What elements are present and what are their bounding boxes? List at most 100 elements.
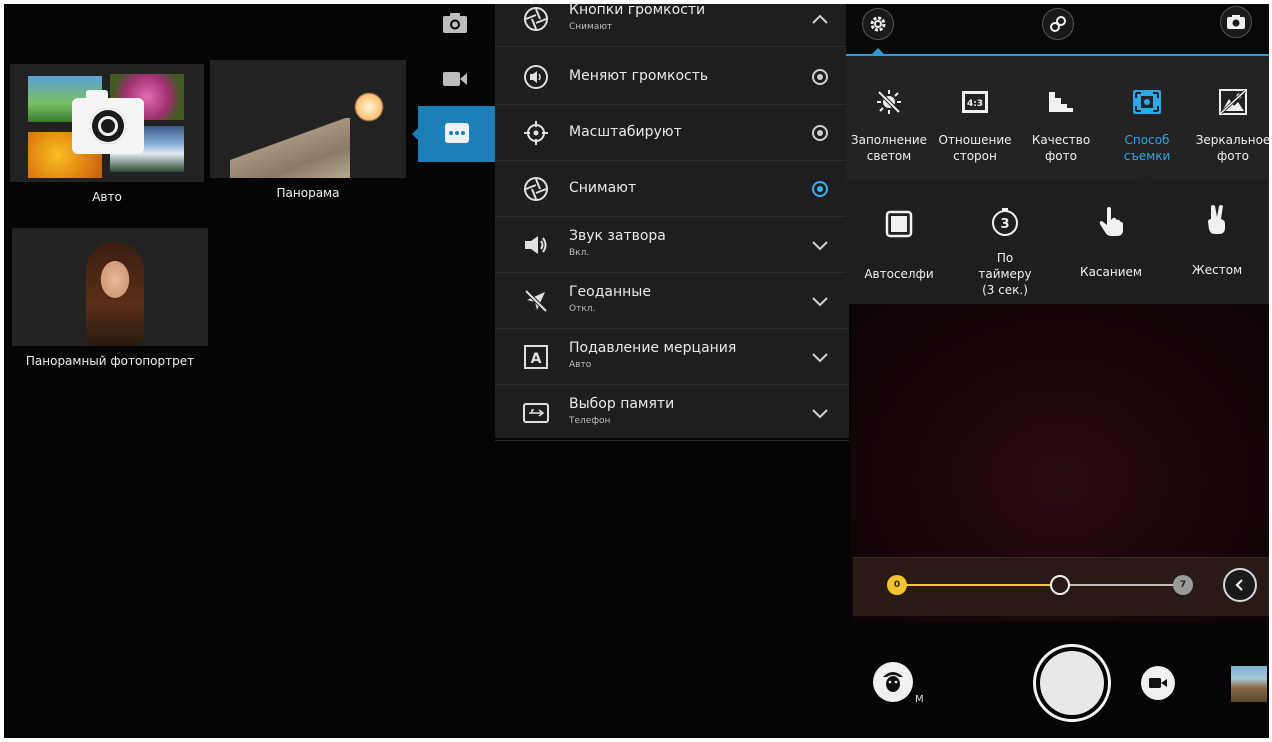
setting-title: Снимают (569, 180, 637, 196)
radio-button[interactable] (809, 66, 831, 88)
speaker-icon (521, 230, 551, 260)
switch-camera-icon[interactable] (1220, 6, 1252, 38)
mode-panorama-label: Панорама (276, 186, 340, 200)
zoom-fill (897, 584, 1061, 586)
setting-option-change-volume[interactable]: Меняют громкость (495, 50, 849, 105)
camera-icon (72, 90, 144, 154)
camera-options-row: Заполнение светом 4:3 Отношение сторон К… (846, 56, 1269, 181)
settings-gear-icon[interactable] (862, 8, 894, 40)
option-shooting-method[interactable]: Способ съемки (1104, 56, 1190, 181)
setting-subtitle: Вкл. (569, 248, 590, 258)
setting-subtitle: Откл. (569, 304, 596, 314)
setting-title: Выбор памяти (569, 396, 675, 412)
zoom-handle[interactable] (1050, 575, 1071, 595)
setting-storage[interactable]: Выбор памяти Телефон (495, 386, 849, 441)
option-label: Качество фото (1031, 133, 1091, 163)
setting-title: Подавление мерцания (569, 340, 737, 356)
timer-icon: 3 (989, 206, 1021, 238)
touch-icon (1095, 206, 1127, 238)
anti-flicker-icon: A (521, 342, 551, 372)
fill-light-icon (873, 88, 905, 116)
method-label: Автоселфи (864, 267, 934, 281)
aspect-ratio-badge: 4:3 (967, 99, 983, 109)
option-label: Отношение сторон (938, 133, 1012, 163)
mode-panorama-portrait[interactable]: Панорамный фотопортрет (12, 228, 208, 378)
screen: Авто Панорама Панорамный фотопортрет Кно… (4, 4, 1269, 738)
chevron-down-icon[interactable] (809, 290, 831, 312)
photo-quality-icon (1045, 88, 1077, 116)
mode-auto-label: Авто (92, 190, 122, 204)
zoom-min-marker[interactable]: 0 (887, 575, 907, 595)
option-label: Способ съемки (1123, 133, 1171, 163)
setting-geodata[interactable]: Геоданные Откл. (495, 274, 849, 329)
setting-option-shoot[interactable]: Снимают (495, 162, 849, 217)
method-auto-selfie[interactable]: Автоселфи (846, 180, 952, 304)
option-photo-quality[interactable]: Качество фото (1018, 56, 1104, 180)
gallery-thumbnail[interactable] (1231, 666, 1267, 702)
chevron-down-icon[interactable] (809, 234, 831, 256)
settings-panel: Кнопки громкости Снимают Меняют громкост… (495, 4, 849, 441)
chevron-down-icon[interactable] (809, 346, 831, 368)
option-mirror-photo[interactable]: Зеркальное фото (1190, 56, 1269, 180)
beauty-mode-icon[interactable] (873, 662, 913, 702)
timer-badge: 3 (1000, 217, 1009, 232)
camera-bottom-bar: M (851, 622, 1269, 738)
setting-title: Геоданные (569, 284, 651, 300)
photo-mode-icon[interactable] (440, 10, 470, 36)
mode-panorama-thumbnail (210, 60, 406, 178)
video-mode-icon[interactable] (440, 66, 470, 92)
setting-subtitle: Снимают (569, 22, 613, 32)
radio-button[interactable] (809, 122, 831, 144)
chevron-up-icon[interactable] (809, 8, 831, 30)
storage-usb-icon (521, 398, 551, 428)
method-label: По таймеру (3 сек.) (978, 251, 1032, 297)
mode-panorama[interactable]: Панорама (210, 60, 406, 210)
mode-panorama-portrait-thumbnail (12, 228, 208, 346)
shooting-methods-row: Автоселфи 3 По таймеру (3 сек.) Касанием… (846, 180, 1269, 304)
shooting-method-icon (1131, 88, 1163, 116)
method-label: Жестом (1191, 263, 1243, 277)
crosshair-icon (521, 118, 551, 148)
effects-icon[interactable] (1042, 8, 1074, 40)
method-timer[interactable]: 3 По таймеру (3 сек.) (952, 180, 1058, 304)
option-label: Заполнение светом (850, 133, 928, 163)
shutter-aperture-icon (521, 174, 551, 204)
chevron-down-icon[interactable] (809, 402, 831, 424)
method-touch[interactable]: Касанием (1058, 180, 1164, 304)
setting-title: Меняют громкость (569, 68, 709, 84)
record-video-icon[interactable] (1141, 666, 1175, 700)
camera-top-bar (846, 4, 1269, 56)
zoom-slider[interactable]: 0 7 (853, 557, 1269, 616)
shutter-button[interactable] (1033, 644, 1111, 722)
setting-title: Масштабируют (569, 124, 682, 140)
beauty-mode-badge: M (915, 694, 924, 705)
auto-selfie-icon (883, 208, 915, 240)
option-aspect-ratio[interactable]: 4:3 Отношение сторон (932, 56, 1018, 180)
setting-shutter-sound[interactable]: Звук затвора Вкл. (495, 218, 849, 273)
option-fill-light[interactable]: Заполнение светом (846, 56, 932, 180)
aspect-ratio-icon: 4:3 (959, 88, 991, 116)
method-gesture[interactable]: Жестом (1164, 180, 1269, 304)
collapse-zoom-icon[interactable] (1223, 568, 1257, 602)
mode-auto[interactable]: Авто (10, 64, 204, 214)
option-label: Зеркальное фото (1195, 133, 1269, 163)
zoom-max-marker[interactable]: 7 (1173, 575, 1193, 595)
setting-title: Кнопки громкости (569, 4, 706, 18)
mirror-photo-icon (1217, 88, 1249, 116)
svg-text:A: A (531, 351, 542, 367)
volume-icon (521, 62, 551, 92)
setting-subtitle: Авто (569, 360, 592, 370)
setting-volume-keys[interactable]: Кнопки громкости Снимают (495, 4, 849, 47)
setting-title: Звук затвора (569, 228, 666, 244)
more-icon (442, 120, 472, 146)
mode-panorama-portrait-label: Панорамный фотопортрет (25, 354, 195, 368)
setting-subtitle: Телефон (569, 416, 611, 426)
setting-option-zoom[interactable]: Масштабируют (495, 106, 849, 161)
location-off-icon (521, 286, 551, 316)
method-label: Касанием (1080, 265, 1142, 279)
gesture-icon (1201, 204, 1233, 236)
radio-button-selected[interactable] (809, 178, 831, 200)
setting-anti-flicker[interactable]: A Подавление мерцания Авто (495, 330, 849, 385)
mode-auto-thumbnail (10, 64, 204, 182)
shutter-aperture-icon (521, 4, 551, 34)
